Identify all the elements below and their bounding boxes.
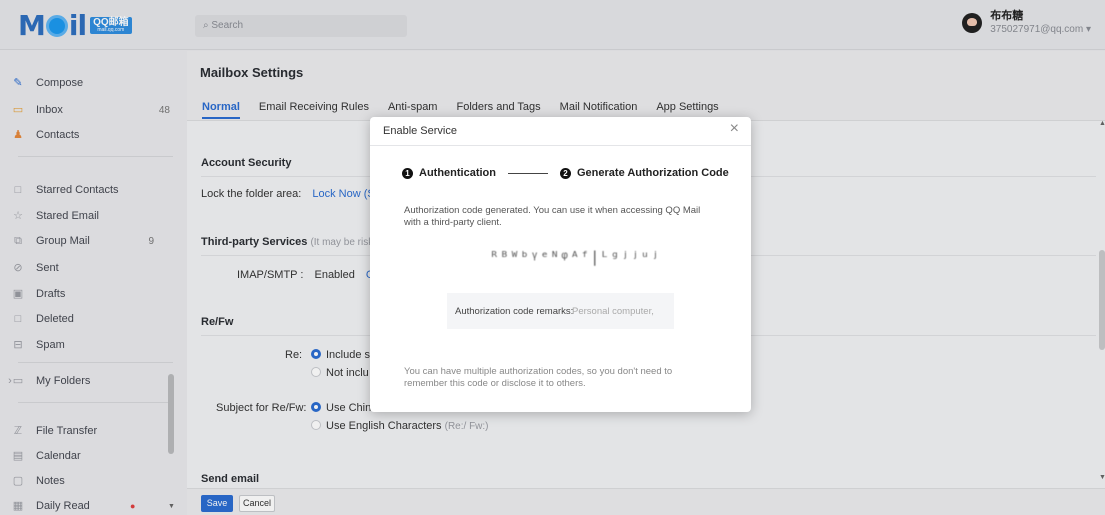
enable-service-dialog: Enable Service × 1 Authentication 2 Gene… xyxy=(370,117,751,412)
dialog-footer-note: You can have multiple authorization code… xyxy=(404,366,673,389)
dialog-description: Authorization code generated. You can us… xyxy=(404,205,701,228)
authorization-code: ᴿᴮᵂᵇᵞᵉᴺᵠᴬᶠ|ᴸᵍʲʲᵘʲ xyxy=(490,248,661,266)
remarks-input[interactable]: Personal computer, xyxy=(572,306,654,317)
step-1-label: Authentication xyxy=(419,167,496,179)
close-icon[interactable]: × xyxy=(730,120,739,138)
remarks-field[interactable]: Authorization code remarks: Personal com… xyxy=(447,293,674,329)
dialog-title: Enable Service xyxy=(383,125,457,137)
step-1-number-icon: 1 xyxy=(402,167,413,179)
step-2-label: Generate Authorization Code xyxy=(577,167,729,179)
step-indicator: 1 Authentication 2 Generate Authorizatio… xyxy=(402,167,729,179)
dialog-divider xyxy=(370,145,751,146)
step-connector xyxy=(508,172,548,174)
remarks-label: Authorization code remarks: xyxy=(455,306,574,317)
step-2-number-icon: 2 xyxy=(560,167,571,179)
